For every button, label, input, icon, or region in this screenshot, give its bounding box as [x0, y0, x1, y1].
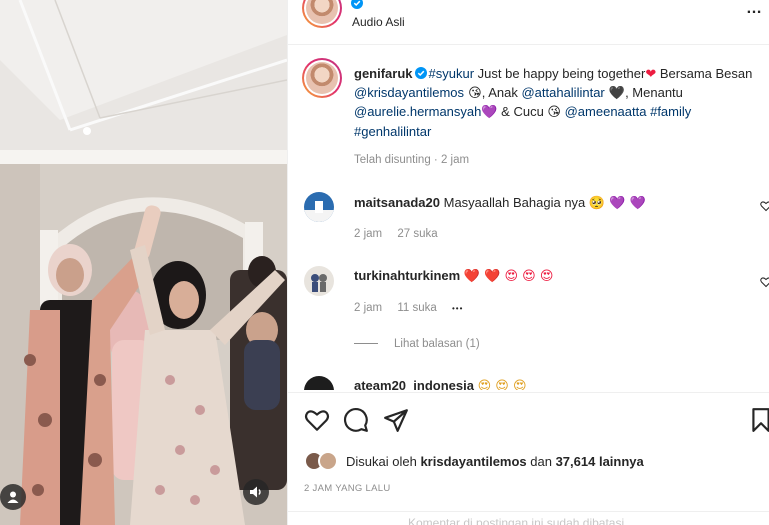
caption-text: , Menantu [625, 84, 683, 100]
comments-restricted-text: Komentar di postingan ini sudah dibatasi… [408, 516, 628, 525]
verified-icon [414, 67, 427, 79]
comment-item: ateam20_indonesia 😍 😍 😍 [288, 374, 769, 390]
post-header: Audio Asli … [288, 0, 769, 45]
caption-text: Bersama Besan [656, 66, 753, 81]
comment-emojis: 😍 😍 😍 [477, 379, 527, 390]
liker-username[interactable]: krisdayantilemos [420, 454, 526, 469]
hashtag-link[interactable]: #syukur [429, 66, 475, 81]
mention-link[interactable]: @aurelie.hermansyah [354, 104, 481, 119]
share-send-icon[interactable] [383, 407, 409, 433]
post-actions: Disukai oleh krisdayantilemos dan 37,614… [288, 392, 769, 525]
audio-toggle-button[interactable] [243, 479, 269, 505]
hashtag-link[interactable]: #genhalilintar [354, 124, 431, 139]
caption-author-avatar[interactable] [302, 58, 342, 98]
comment-meta: 2 jam 27 suka [354, 228, 450, 240]
caption-text: Just be happy being together [474, 66, 646, 81]
comment-text: Masyaallah Bahagia nya [443, 195, 586, 210]
caption-text: & Cucu [497, 104, 548, 120]
comment-time: 2 jam [354, 302, 383, 314]
comment-username[interactable]: maitsanada20 [354, 195, 440, 210]
save-bookmark-icon[interactable] [748, 407, 769, 433]
kiss-emoji: 😘 [464, 85, 482, 101]
view-replies-label: Lihat balasan (1) [394, 338, 480, 350]
purple-heart-emoji: 💜 [481, 105, 498, 121]
user-icon [7, 491, 19, 503]
likes-count[interactable]: 37,614 lainnya [556, 454, 644, 469]
author-avatar[interactable] [302, 0, 342, 28]
comment-text-row: ateam20_indonesia 😍 😍 😍 [354, 378, 527, 390]
like-heart-icon[interactable] [304, 407, 330, 433]
more-options-button[interactable]: … [746, 0, 763, 18]
caption-text: , Anak [481, 84, 522, 100]
post-panel: Audio Asli … genifaruk #syukur Just be ha… [287, 0, 769, 525]
comment-like-icon[interactable] [760, 200, 769, 212]
comment-icon[interactable] [343, 407, 369, 433]
mention-link[interactable]: @krisdayantilemos [354, 85, 464, 100]
likers-avatars[interactable] [304, 451, 344, 473]
comment-text-row: maitsanada20 Masyaallah Bahagia nya 🥺 💜 … [354, 195, 646, 211]
likes-prefix: Disukai oleh [346, 454, 421, 469]
speaker-icon [250, 486, 261, 498]
edited-timestamp: Telah disunting · 2 jam [354, 154, 470, 166]
kiss-emoji: 😘 [547, 105, 561, 121]
comment-likes[interactable]: 27 suka [397, 228, 437, 240]
comment-username[interactable]: ateam20_indonesia [354, 378, 474, 390]
mention-link[interactable]: @attahalilintar [521, 85, 604, 100]
comment-emojis: ❤️ ❤️ 😍 😍 😍 [463, 269, 554, 284]
commenter-avatar[interactable] [304, 266, 334, 296]
view-replies-button[interactable]: Lihat balasan (1) [354, 338, 480, 350]
audio-link[interactable]: Audio Asli [352, 15, 405, 29]
black-heart-emoji: 🖤 [604, 85, 626, 101]
post-timestamp[interactable]: 2 JAM YANG LALU [304, 483, 391, 494]
comment-likes[interactable]: 11 suka [397, 302, 436, 314]
comment-emojis: 🥺 💜 💜 [588, 196, 646, 211]
comment-username[interactable]: turkinahturkinem [354, 268, 460, 283]
commenter-avatar[interactable] [304, 376, 334, 390]
comments-scroll-area[interactable]: genifaruk #syukur Just be happy being tog… [288, 46, 769, 390]
commenter-avatar[interactable] [304, 192, 334, 222]
comment-meta: 2 jam 11 suka ••• [354, 302, 475, 314]
heart-emoji: ❤ [645, 66, 657, 81]
comment-item: maitsanada20 Masyaallah Bahagia nya 🥺 💜 … [288, 190, 769, 250]
replies-divider [354, 343, 378, 345]
likes-text: Disukai oleh krisdayantilemos dan 37,614… [346, 454, 644, 469]
comment-time: 2 jam [354, 228, 383, 240]
tagged-users-button[interactable] [0, 484, 26, 510]
likes-middle: dan [526, 454, 556, 469]
verified-icon [351, 0, 363, 9]
mention-link[interactable]: @ameenaatta [565, 104, 647, 119]
comment-text-row: turkinahturkinem ❤️ ❤️ 😍 😍 😍 [354, 268, 553, 284]
hashtag-link[interactable]: #family [650, 104, 691, 119]
comments-restricted-bar: Komentar di postingan ini sudah dibatasi… [288, 511, 769, 525]
comment-like-icon[interactable] [760, 276, 769, 288]
video-frame [0, 0, 287, 525]
caption-username[interactable]: genifaruk [354, 66, 413, 81]
comment-item: turkinahturkinem ❤️ ❤️ 😍 😍 😍 2 jam 11 su… [288, 262, 769, 372]
post-caption: genifaruk #syukur Just be happy being tog… [354, 65, 754, 141]
comment-options-button[interactable]: ••• [452, 304, 463, 313]
post-media[interactable] [0, 0, 287, 525]
